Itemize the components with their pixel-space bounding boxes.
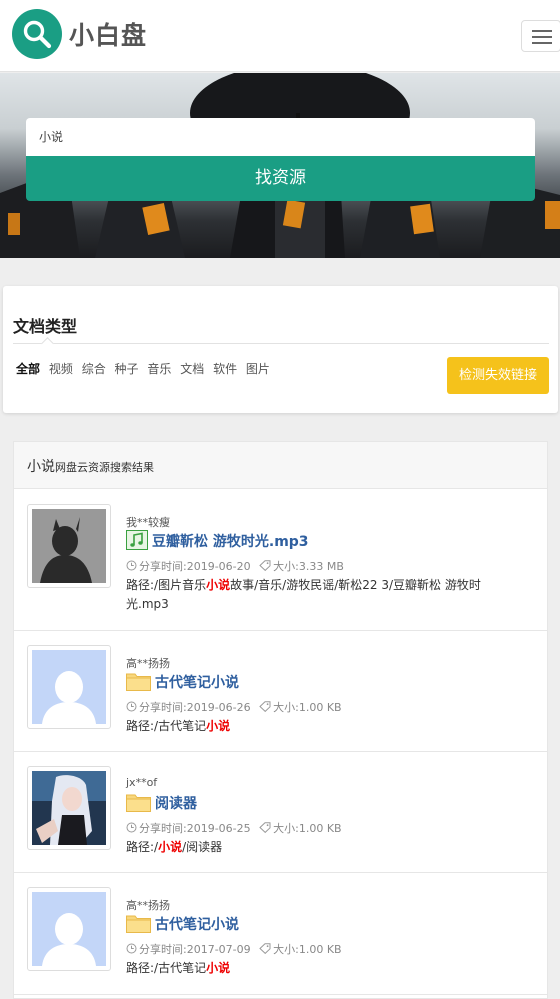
path-highlight: 小说 <box>206 961 231 975</box>
top-header: 小白盘 <box>0 0 560 72</box>
divider <box>13 343 549 344</box>
folder-icon <box>126 913 151 937</box>
filter-tab-all[interactable]: 全部 <box>16 362 40 376</box>
clock-icon <box>126 560 137 574</box>
folder-icon <box>126 792 151 816</box>
site-name[interactable]: 小白盘 <box>69 16 147 52</box>
hamburger-icon-line <box>532 36 552 38</box>
result-item[interactable]: 我**较瘦 豆瓣靳松 游牧时光.mp3 分享时间:2019-06-20 大小:3… <box>14 490 547 631</box>
search-input[interactable]: 小说 <box>26 118 535 156</box>
hamburger-icon-line <box>532 42 552 44</box>
path-prefix: 路径:/ <box>126 840 159 854</box>
avatar-image <box>32 892 106 966</box>
file-size: 大小:1.00 KB <box>273 943 342 956</box>
tag-icon <box>259 560 271 574</box>
clock-icon <box>126 943 137 957</box>
result-item[interactable]: 高**扬扬 古代笔记小说 分享时间:2017-07-09 大小:1.00 KB … <box>14 873 547 995</box>
hamburger-icon <box>532 30 552 32</box>
avatar-image <box>32 771 106 845</box>
path-suffix: /阅读器 <box>182 840 223 854</box>
avatar-image <box>32 650 106 724</box>
uploader-name[interactable]: 高**扬扬 <box>126 655 170 671</box>
tag-icon <box>259 701 271 715</box>
share-date: 分享时间:2017-07-09 <box>139 943 251 956</box>
hero-banner: 小说 找资源 <box>0 73 560 258</box>
file-path: 路径:/小说/阅读器 <box>126 838 496 857</box>
results-heading-suffix: 网盘云资源搜索结果 <box>55 461 154 474</box>
music-file-icon <box>126 530 148 554</box>
filter-tab-video[interactable]: 视频 <box>49 362 73 376</box>
filter-tab-software[interactable]: 软件 <box>213 362 237 376</box>
filter-tab-image[interactable]: 图片 <box>246 362 270 376</box>
menu-button[interactable] <box>521 20 560 52</box>
results-heading: 小说网盘云资源搜索结果 <box>14 442 547 489</box>
file-link[interactable]: 阅读器 <box>126 792 197 816</box>
file-link[interactable]: 古代笔记小说 <box>126 671 239 695</box>
file-link[interactable]: 古代笔记小说 <box>126 913 239 937</box>
avatar[interactable] <box>27 645 111 729</box>
filter-title: 文档类型 <box>13 317 78 336</box>
file-meta: 分享时间:2019-06-20 大小:3.33 MB <box>126 558 344 574</box>
file-size: 大小:1.00 KB <box>273 701 342 714</box>
share-date: 分享时间:2019-06-26 <box>139 701 251 714</box>
file-size: 大小:1.00 KB <box>273 822 342 835</box>
clock-icon <box>126 701 137 715</box>
search-button[interactable]: 找资源 <box>26 156 535 201</box>
results-heading-text: 小说网盘云资源搜索结果 <box>27 456 154 476</box>
result-item[interactable]: jx**of 阅读器 分享时间:2019-06-25 大小:1.00 KB 路径… <box>14 752 547 873</box>
folder-icon <box>126 671 151 695</box>
avatar-image <box>32 509 106 583</box>
filter-panel: 文档类型 全部 视频 综合 种子 音乐 文档 软件 图片 检测失效链接 <box>3 286 558 413</box>
file-path: 路径:/图片音乐小说故事/音乐/游牧民谣/靳松22 3/豆瓣靳松 游牧时光.mp… <box>126 576 496 614</box>
active-tab-pointer <box>41 337 54 350</box>
file-link[interactable]: 豆瓣靳松 游牧时光.mp3 <box>126 530 309 554</box>
uploader-name[interactable]: jx**of <box>126 776 157 789</box>
tag-icon <box>259 822 271 836</box>
file-name: 古代笔记小说 <box>155 675 239 691</box>
avatar[interactable] <box>27 887 111 971</box>
file-name: 古代笔记小说 <box>155 917 239 933</box>
file-size: 大小:3.33 MB <box>273 560 344 573</box>
file-name: 阅读器 <box>155 796 197 812</box>
share-date: 分享时间:2019-06-25 <box>139 822 251 835</box>
path-highlight: 小说 <box>158 840 183 854</box>
path-highlight: 小说 <box>206 719 231 733</box>
avatar[interactable] <box>27 766 111 850</box>
clock-icon <box>126 822 137 836</box>
results-panel: 小说网盘云资源搜索结果 我**较瘦 豆瓣靳松 游牧时光.mp3 分享时间:201… <box>13 441 548 999</box>
logo-search-icon[interactable] <box>12 9 62 59</box>
file-meta: 分享时间:2017-07-09 大小:1.00 KB <box>126 941 342 957</box>
filter-tab-torrent[interactable]: 种子 <box>115 362 139 376</box>
file-path: 路径:/古代笔记小说 <box>126 959 496 978</box>
filter-tab-music[interactable]: 音乐 <box>147 362 171 376</box>
path-prefix: 路径:/图片音乐 <box>126 578 207 592</box>
path-prefix: 路径:/古代笔记 <box>126 961 207 975</box>
filter-tab-document[interactable]: 文档 <box>180 362 204 376</box>
file-path: 路径:/古代笔记小说 <box>126 717 496 736</box>
result-item[interactable]: 高**扬扬 古代笔记小说 分享时间:2019-06-26 大小:1.00 KB … <box>14 631 547 752</box>
path-prefix: 路径:/古代笔记 <box>126 719 207 733</box>
share-date: 分享时间:2019-06-20 <box>139 560 251 573</box>
tag-icon <box>259 943 271 957</box>
results-query: 小说 <box>27 459 55 475</box>
filter-tabs: 全部 视频 综合 种子 音乐 文档 软件 图片 <box>16 360 275 377</box>
file-name: 豆瓣靳松 游牧时光.mp3 <box>152 534 309 550</box>
path-highlight: 小说 <box>206 578 231 592</box>
file-meta: 分享时间:2019-06-26 大小:1.00 KB <box>126 699 342 715</box>
filter-tab-mixed[interactable]: 综合 <box>82 362 106 376</box>
check-invalid-links-button[interactable]: 检测失效链接 <box>447 357 549 394</box>
uploader-name[interactable]: 我**较瘦 <box>126 514 170 530</box>
avatar[interactable] <box>27 504 111 588</box>
file-meta: 分享时间:2019-06-25 大小:1.00 KB <box>126 820 342 836</box>
uploader-name[interactable]: 高**扬扬 <box>126 897 170 913</box>
